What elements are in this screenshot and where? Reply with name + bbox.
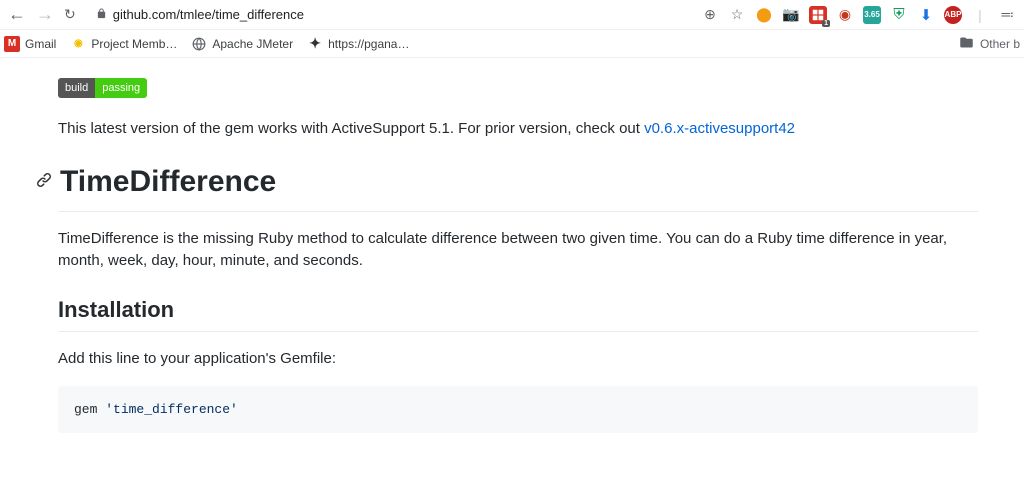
ext-abp-badge[interactable]: ABP [944,6,962,24]
bookmark-gmail[interactable]: M Gmail [4,36,56,52]
plus-icon: ✦ [307,36,323,52]
ext-orange-icon[interactable]: ⬤ [755,6,773,24]
h1-rule [58,211,978,212]
address-bar[interactable]: github.com/tmlee/time_difference [96,7,304,22]
bookmark-label: Gmail [25,37,56,51]
bookmarks-bar: M Gmail ◉ Project Memb… Apache JMeter ✦ … [0,30,1024,58]
url-text: github.com/tmlee/time_difference [113,7,304,22]
install-text: Add this line to your application's Gemf… [58,348,978,371]
lock-icon [96,8,107,22]
menu-icon[interactable]: ≕ [998,6,1016,24]
ext-swirl-icon[interactable]: ◉ [836,6,854,24]
code-block: gem 'time_difference' [58,386,978,433]
toolbar-right: ⊕ ☆ ⬤ 📷 1 ◉ 3.65 ⛨ ⬇ ABP | ≕ [701,6,1016,24]
bookmark-apache[interactable]: Apache JMeter [191,36,293,52]
other-bookmarks[interactable]: Other b [980,37,1020,51]
badge-label: build [58,78,95,98]
reload-button[interactable]: ↻ [64,6,76,23]
anchor-link-icon[interactable] [36,172,52,191]
badge-status: passing [95,78,147,98]
description: TimeDifference is the missing Ruby metho… [58,228,978,273]
folder-icon [959,35,974,53]
globe-icon [191,36,207,52]
ext-red-badge[interactable]: 1 [809,6,827,24]
ext-download-icon[interactable]: ⬇ [917,6,935,24]
ext-teal-badge[interactable]: 3.65 [863,6,881,24]
project-icon: ◉ [70,36,86,52]
code-keyword: gem [74,402,105,417]
bookmark-label: Apache JMeter [212,37,293,51]
h2-rule [58,331,978,332]
forward-button[interactable]: → [36,4,54,25]
installation-heading: Installation [58,297,1024,323]
intro-paragraph: This latest version of the gem works wit… [58,118,978,141]
ext-red-count: 1 [822,20,830,27]
code-string: 'time_difference' [105,402,238,417]
h1-wrapper: TimeDifference [36,165,1024,199]
readme-content: build passing This latest version of the… [0,58,1024,433]
camera-icon[interactable]: 📷 [782,6,800,24]
back-button[interactable]: ← [8,4,26,25]
browser-toolbar: ← → ↻ github.com/tmlee/time_difference ⊕… [0,0,1024,30]
bookmark-project[interactable]: ◉ Project Memb… [70,36,177,52]
bookmark-label: Project Memb… [91,37,177,51]
bookmark-pgana[interactable]: ✦ https://pgana… [307,36,409,52]
intro-text: This latest version of the gem works wit… [58,120,644,137]
ext-shield-icon[interactable]: ⛨ [890,6,908,24]
bookmarks-right: Other b [959,35,1020,53]
bookmark-label: https://pgana… [328,37,409,51]
gmail-icon: M [4,36,20,52]
build-badge[interactable]: build passing [58,78,147,98]
intro-link[interactable]: v0.6.x-activesupport42 [644,120,795,137]
divider: | [971,6,989,24]
star-icon[interactable]: ☆ [728,6,746,24]
zoom-icon[interactable]: ⊕ [701,6,719,24]
page-title: TimeDifference [60,165,276,199]
